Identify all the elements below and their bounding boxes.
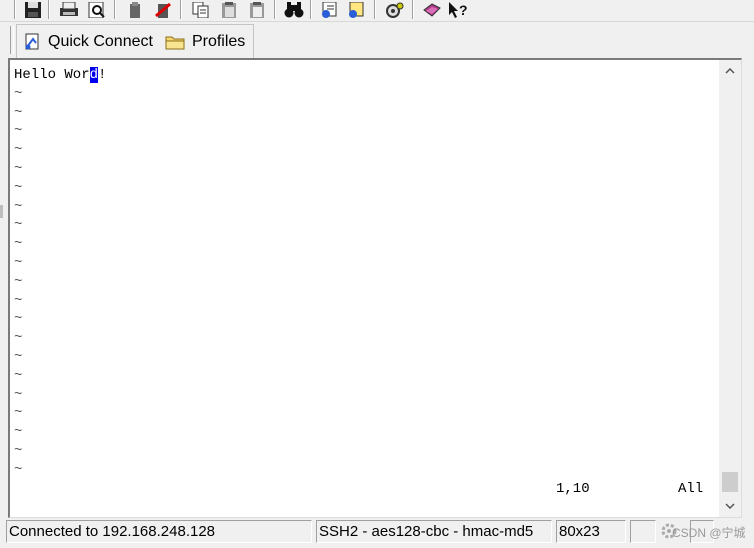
find-icon[interactable] bbox=[283, 0, 305, 18]
vim-tilde-line: ~ bbox=[14, 424, 23, 441]
button-bar-panel: Quick Connect Profiles bbox=[16, 24, 254, 58]
scroll-thumb[interactable] bbox=[722, 472, 738, 492]
vim-tilde-line: ~ bbox=[14, 198, 23, 215]
terminal-cursor: d bbox=[89, 67, 99, 83]
reconnect-icon[interactable] bbox=[152, 0, 174, 18]
print-preview-icon[interactable] bbox=[86, 0, 108, 18]
window-edge bbox=[0, 205, 3, 218]
terminal-size-status: 80x23 bbox=[556, 520, 626, 543]
vim-tilde-line: ~ bbox=[14, 85, 23, 102]
vim-tilde-line: ~ bbox=[14, 292, 23, 309]
toolbar-separator bbox=[310, 0, 312, 19]
vim-tilde-line: ~ bbox=[14, 179, 23, 196]
vim-tilde-line: ~ bbox=[14, 254, 23, 271]
vim-tilde-line: ~ bbox=[14, 104, 23, 121]
session-options-icon[interactable] bbox=[319, 0, 341, 18]
quick-connect-button[interactable]: Quick Connect bbox=[17, 29, 159, 55]
vim-tilde-line: ~ bbox=[14, 160, 23, 177]
vim-tilde-line: ~ bbox=[14, 142, 23, 159]
print-icon[interactable] bbox=[58, 0, 80, 18]
profiles-label: Profiles bbox=[191, 32, 246, 50]
vim-tilde-line: ~ bbox=[14, 123, 23, 140]
vim-tilde-line: ~ bbox=[14, 386, 23, 403]
help-book-icon[interactable] bbox=[421, 0, 443, 18]
vim-empty-lines: ~ ~ ~ ~ ~ ~ ~ ~ ~ ~ ~ ~ ~ ~ ~ ~ ~ ~ ~ ~ ~ bbox=[14, 85, 719, 480]
vim-tilde-line: ~ bbox=[14, 405, 23, 422]
terminal-view[interactable]: Hello Word! ~ ~ ~ ~ ~ ~ ~ ~ ~ ~ ~ ~ ~ ~ ~ ~ ~ ~ ~ ~ ~ bbox=[10, 60, 719, 517]
copy-paste-icon[interactable] bbox=[246, 0, 268, 18]
button-bar: Quick Connect Profiles bbox=[0, 22, 754, 58]
vim-cursor-position: 1,10 bbox=[556, 481, 590, 497]
vim-tilde-line: ~ bbox=[14, 236, 23, 253]
vim-scroll-percent: All bbox=[678, 481, 704, 497]
toolbar-separator bbox=[374, 0, 376, 19]
vim-tilde-line: ~ bbox=[14, 348, 23, 365]
toolbar-separator bbox=[412, 0, 414, 19]
copy-icon[interactable] bbox=[190, 0, 212, 18]
save-icon[interactable] bbox=[22, 0, 44, 18]
global-options-icon[interactable] bbox=[346, 0, 368, 18]
vim-tilde-line: ~ bbox=[14, 330, 23, 347]
terminal-line: Hello Word! bbox=[14, 66, 719, 85]
folder-icon bbox=[165, 34, 185, 50]
button-bar-grip[interactable] bbox=[10, 26, 14, 54]
quick-connect-label: Quick Connect bbox=[48, 32, 153, 50]
status-pane-empty bbox=[630, 520, 656, 543]
toolbar-separator bbox=[48, 0, 50, 19]
vim-tilde-line: ~ bbox=[14, 461, 23, 478]
paste-icon[interactable] bbox=[218, 0, 240, 18]
toolbar-separator bbox=[14, 0, 16, 19]
status-bar: Connected to 192.168.248.128 SSH2 - aes1… bbox=[0, 518, 754, 548]
connection-status: Connected to 192.168.248.128 bbox=[6, 520, 312, 543]
quick-connect-icon bbox=[23, 33, 41, 51]
main-toolbar: ? bbox=[0, 0, 754, 22]
vim-tilde-line: ~ bbox=[14, 217, 23, 234]
scroll-down-arrow-icon[interactable] bbox=[719, 495, 741, 517]
watermark: CSDN @宁城 bbox=[672, 526, 746, 540]
vim-tilde-line: ~ bbox=[14, 311, 23, 328]
vim-tilde-line: ~ bbox=[14, 367, 23, 384]
terminal-text: Hello Wor bbox=[14, 67, 90, 83]
toolbar-separator bbox=[180, 0, 182, 19]
scroll-up-arrow-icon[interactable] bbox=[719, 60, 741, 82]
vertical-scrollbar[interactable] bbox=[719, 60, 741, 517]
toolbar-separator bbox=[274, 0, 276, 19]
cipher-status: SSH2 - aes128-cbc - hmac-md5 bbox=[316, 520, 552, 543]
terminal-text: ! bbox=[98, 67, 107, 83]
svg-text:?: ? bbox=[459, 2, 468, 18]
context-help-icon[interactable]: ? bbox=[447, 0, 469, 18]
keymap-icon[interactable] bbox=[384, 0, 406, 18]
terminal-frame: Hello Word! ~ ~ ~ ~ ~ ~ ~ ~ ~ ~ ~ ~ ~ ~ ~ ~ ~ ~ ~ ~ ~ 1,10 Al… bbox=[8, 58, 742, 518]
vim-tilde-line: ~ bbox=[14, 273, 23, 290]
toolbar-separator bbox=[114, 0, 116, 19]
vim-tilde-line: ~ bbox=[14, 442, 23, 459]
profiles-button[interactable]: Profiles bbox=[159, 29, 251, 55]
disconnect-icon[interactable] bbox=[124, 0, 146, 18]
